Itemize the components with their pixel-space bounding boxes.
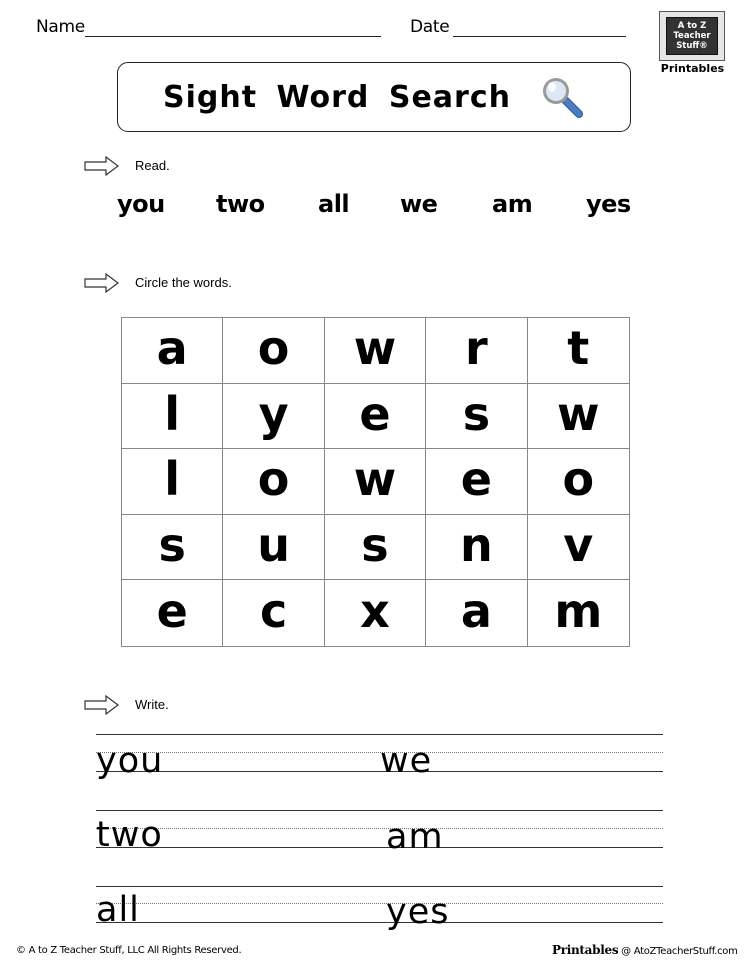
page-title: Sight Word Search xyxy=(163,79,511,115)
title-box: Sight Word Search xyxy=(117,62,631,132)
writing-mid-line xyxy=(96,828,663,829)
writing-top-line xyxy=(96,734,663,735)
grid-cell[interactable]: l xyxy=(122,449,224,515)
sight-word: am xyxy=(492,190,533,218)
sight-word: all xyxy=(318,190,350,218)
date-label: Date xyxy=(410,17,450,37)
grid-cell[interactable]: w xyxy=(324,449,427,515)
trace-word: yes xyxy=(386,892,450,932)
date-field[interactable] xyxy=(453,36,626,37)
trace-word: we xyxy=(380,741,433,781)
sight-word: we xyxy=(400,190,438,218)
grid-cell[interactable]: c xyxy=(223,580,325,646)
writing-base-line[interactable] xyxy=(96,922,663,923)
grid-cell[interactable]: w xyxy=(527,384,629,450)
trace-word: am xyxy=(386,817,444,857)
sight-word: two xyxy=(216,190,265,218)
grid-cell[interactable]: a xyxy=(122,318,224,384)
grid-cell[interactable]: e xyxy=(122,580,224,646)
grid-cell[interactable]: n xyxy=(426,514,528,581)
logo-line: A to Z xyxy=(677,21,707,31)
writing-base-line[interactable] xyxy=(96,847,663,848)
trace-word: two xyxy=(96,815,163,855)
grid-cell[interactable]: x xyxy=(325,580,427,646)
logo: A to Z Teacher Stuff® xyxy=(659,11,725,61)
grid-cell[interactable]: v xyxy=(527,515,629,581)
logo-line: Stuff® xyxy=(676,41,708,51)
right-arrow-icon xyxy=(84,156,119,176)
grid-cell[interactable]: m xyxy=(528,580,629,646)
copyright-text: © A to Z Teacher Stuff, LLC All Rights R… xyxy=(16,945,242,956)
logo-chalkboard: A to Z Teacher Stuff® xyxy=(666,17,718,55)
footer-brand-line: Printables @ AtoZTeacherStuff.com xyxy=(552,943,738,957)
write-instruction: Write. xyxy=(135,697,169,712)
grid-cell[interactable]: t xyxy=(527,318,629,384)
writing-top-line xyxy=(96,886,663,887)
grid-cell[interactable]: r xyxy=(426,318,528,384)
grid-cell[interactable]: a xyxy=(426,580,528,646)
grid-cell[interactable]: y xyxy=(223,383,325,450)
writing-top-line xyxy=(96,810,663,811)
grid-cell[interactable]: w xyxy=(324,318,427,384)
grid-cell[interactable]: s xyxy=(122,514,224,581)
grid-cell[interactable]: e xyxy=(324,383,427,450)
grid-cell[interactable]: e xyxy=(426,449,528,515)
grid-cell[interactable]: o xyxy=(223,318,325,384)
trace-word: you xyxy=(96,741,164,781)
logo-line: Teacher xyxy=(673,31,711,41)
name-label: Name xyxy=(36,17,85,37)
footer-site: @ AtoZTeacherStuff.com xyxy=(618,946,738,957)
sight-word: you xyxy=(117,190,165,218)
grid-cell[interactable]: o xyxy=(223,449,325,515)
trace-word: all xyxy=(96,890,140,930)
footer-brand: Printables xyxy=(552,943,619,957)
grid-cell[interactable]: o xyxy=(527,449,629,515)
magnifying-glass-icon xyxy=(543,78,583,118)
logo-caption: Printables xyxy=(660,62,725,75)
sight-word: yes xyxy=(586,190,631,218)
circle-instruction: Circle the words. xyxy=(135,275,232,290)
right-arrow-icon xyxy=(84,695,119,715)
right-arrow-icon xyxy=(84,273,119,293)
read-instruction: Read. xyxy=(135,158,170,173)
name-field[interactable] xyxy=(85,36,381,37)
writing-mid-line xyxy=(96,903,663,904)
word-search-grid: a o w r t l y e s w l o w e o s u s n v … xyxy=(121,317,630,647)
grid-cell[interactable]: l xyxy=(122,383,224,450)
grid-cell[interactable]: u xyxy=(223,514,325,581)
grid-cell[interactable]: s xyxy=(324,514,427,581)
grid-cell[interactable]: s xyxy=(426,383,528,450)
